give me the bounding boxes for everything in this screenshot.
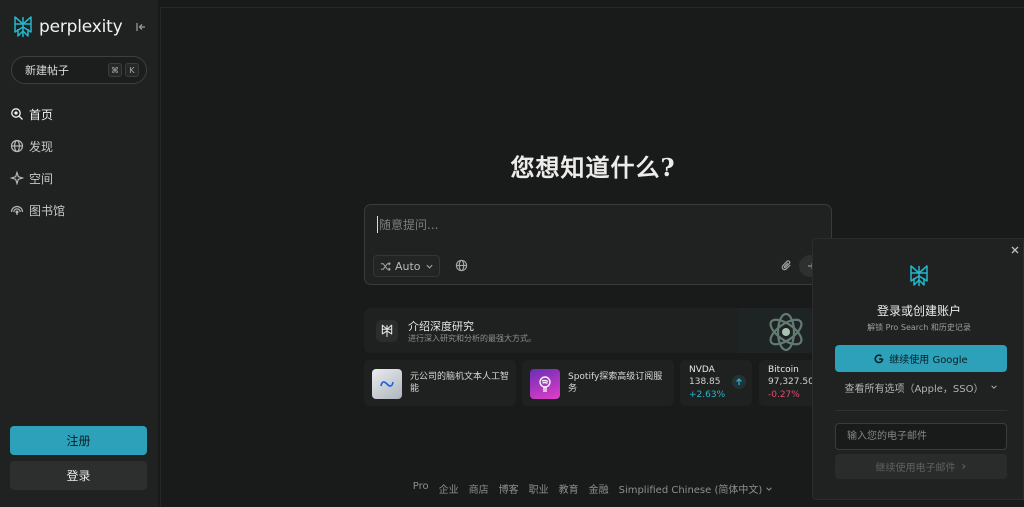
deep-research-icon [376, 320, 398, 342]
search-icon [10, 107, 24, 121]
logo[interactable]: perplexity [12, 14, 150, 40]
deep-research-promo[interactable]: 介绍深度研究 进行深入研究和分析的最强大方式。 [364, 308, 814, 353]
close-icon[interactable] [1011, 246, 1019, 254]
stock-name: NVDA [689, 365, 715, 375]
email-field[interactable] [835, 423, 1007, 450]
app-root: perplexity 新建帖子 ⌘ K 首页 发现 空间 图书馆 注册 登录 您… [0, 0, 1024, 507]
shortcut-k-key: K [125, 63, 139, 77]
spaces-icon [10, 171, 24, 185]
sources-globe-icon[interactable] [455, 259, 468, 272]
search-mode-selector[interactable]: Auto [373, 255, 440, 277]
search-mode-label: Auto [395, 259, 421, 273]
chevron-down-icon [766, 486, 773, 491]
stock-name: Bitcoin [768, 365, 799, 375]
stock-change: +2.63% [689, 390, 726, 400]
news-card[interactable]: Spotify探索高级订阅服务 [522, 360, 674, 406]
all-sign-in-options-button[interactable]: 查看所有选项（Apple，SSO） [835, 378, 1007, 396]
new-thread-label: 新建帖子 [25, 64, 69, 77]
search-input[interactable]: 随意提问... [377, 216, 438, 233]
continue-with-email-button[interactable]: 继续使用电子邮件 [835, 454, 1007, 479]
login-modal: 登录或创建账户 解锁 Pro Search 和历史记录 继续使用 Google … [812, 238, 1024, 500]
modal-subtitle: 解锁 Pro Search 和历史记录 [867, 323, 971, 332]
sidebar-item-label: 首页 [29, 107, 54, 122]
attach-paperclip-icon[interactable] [780, 259, 793, 272]
sidebar-item-discover[interactable]: 发现 [10, 130, 150, 162]
atom-illustration-icon [738, 308, 814, 353]
stock-widget-nvda[interactable]: NVDA 138.85 +2.63% [680, 360, 752, 406]
news-card-text: 元公司的脑机文本人工智能 [410, 372, 510, 394]
footer-link-store[interactable]: 商店 [469, 481, 489, 496]
sidebar-item-spaces[interactable]: 空间 [10, 162, 150, 194]
login-button[interactable]: 登录 [10, 461, 147, 490]
google-button-label: 继续使用 Google [889, 355, 968, 366]
sidebar-item-library[interactable]: 图书馆 [10, 194, 150, 226]
continue-with-google-button[interactable]: 继续使用 Google [835, 345, 1007, 372]
footer-link-careers[interactable]: 职业 [529, 481, 549, 496]
shortcut-command-key: ⌘ [108, 63, 122, 77]
promo-title: 介绍深度研究 [408, 320, 474, 333]
footer-link-pro[interactable]: Pro [413, 481, 429, 496]
language-label: Simplified Chinese (简体中文) [618, 485, 763, 496]
language-selector[interactable]: Simplified Chinese (简体中文) [619, 481, 774, 496]
stock-price: 138.85 [689, 377, 721, 387]
sidebar-item-home[interactable]: 首页 [10, 98, 150, 130]
email-button-label: 继续使用电子邮件 [875, 463, 956, 474]
stock-price: 97,327.50 [768, 377, 814, 387]
signup-button[interactable]: 注册 [10, 426, 147, 455]
modal-title: 登录或创建账户 [876, 304, 961, 318]
meta-thumbnail-icon [372, 369, 402, 399]
footer-link-enterprise[interactable]: 企业 [439, 481, 459, 496]
sidebar-item-label: 空间 [29, 171, 54, 186]
sidebar-nav: 首页 发现 空间 图书馆 [10, 98, 150, 226]
footer-link-blog[interactable]: 博客 [499, 481, 519, 496]
chevron-right-icon [961, 463, 966, 470]
chevron-down-icon [425, 262, 434, 271]
arrow-up-icon [732, 375, 746, 389]
promo-subtitle: 进行深入研究和分析的最强大方式。 [408, 334, 536, 343]
sidebar: perplexity 新建帖子 ⌘ K 首页 发现 空间 图书馆 注册 登录 [0, 0, 158, 507]
footer-link-finance[interactable]: 金融 [589, 481, 609, 496]
suggestion-cards: 元公司的脑机文本人工智能 Spotify探索高级订阅服务 NVDA 138.85… [364, 360, 824, 406]
shuffle-icon [380, 261, 391, 272]
divider [835, 410, 1007, 411]
spotify-thumbnail-icon [530, 369, 560, 399]
library-icon [10, 203, 24, 217]
news-card[interactable]: 元公司的脑机文本人工智能 [364, 360, 516, 406]
globe-icon [10, 139, 24, 153]
perplexity-logo-icon [12, 15, 34, 39]
google-icon [874, 353, 884, 363]
news-card-text: Spotify探索高级订阅服务 [568, 372, 663, 394]
search-box[interactable]: 随意提问... Auto [364, 204, 832, 285]
stock-change: -0.27% [768, 390, 800, 400]
perplexity-logo-icon [908, 263, 930, 293]
sidebar-item-label: 图书馆 [29, 203, 66, 218]
page-title: 您想知道什么? [510, 153, 676, 182]
collapse-sidebar-icon[interactable] [134, 19, 150, 35]
sidebar-item-label: 发现 [29, 139, 54, 154]
chevron-down-icon [990, 385, 997, 389]
all-options-label: 查看所有选项（Apple，SSO） [844, 383, 984, 395]
new-thread-button[interactable]: 新建帖子 ⌘ K [11, 56, 147, 84]
footer-link-education[interactable]: 教育 [559, 481, 579, 496]
logo-text: perplexity [39, 17, 123, 37]
